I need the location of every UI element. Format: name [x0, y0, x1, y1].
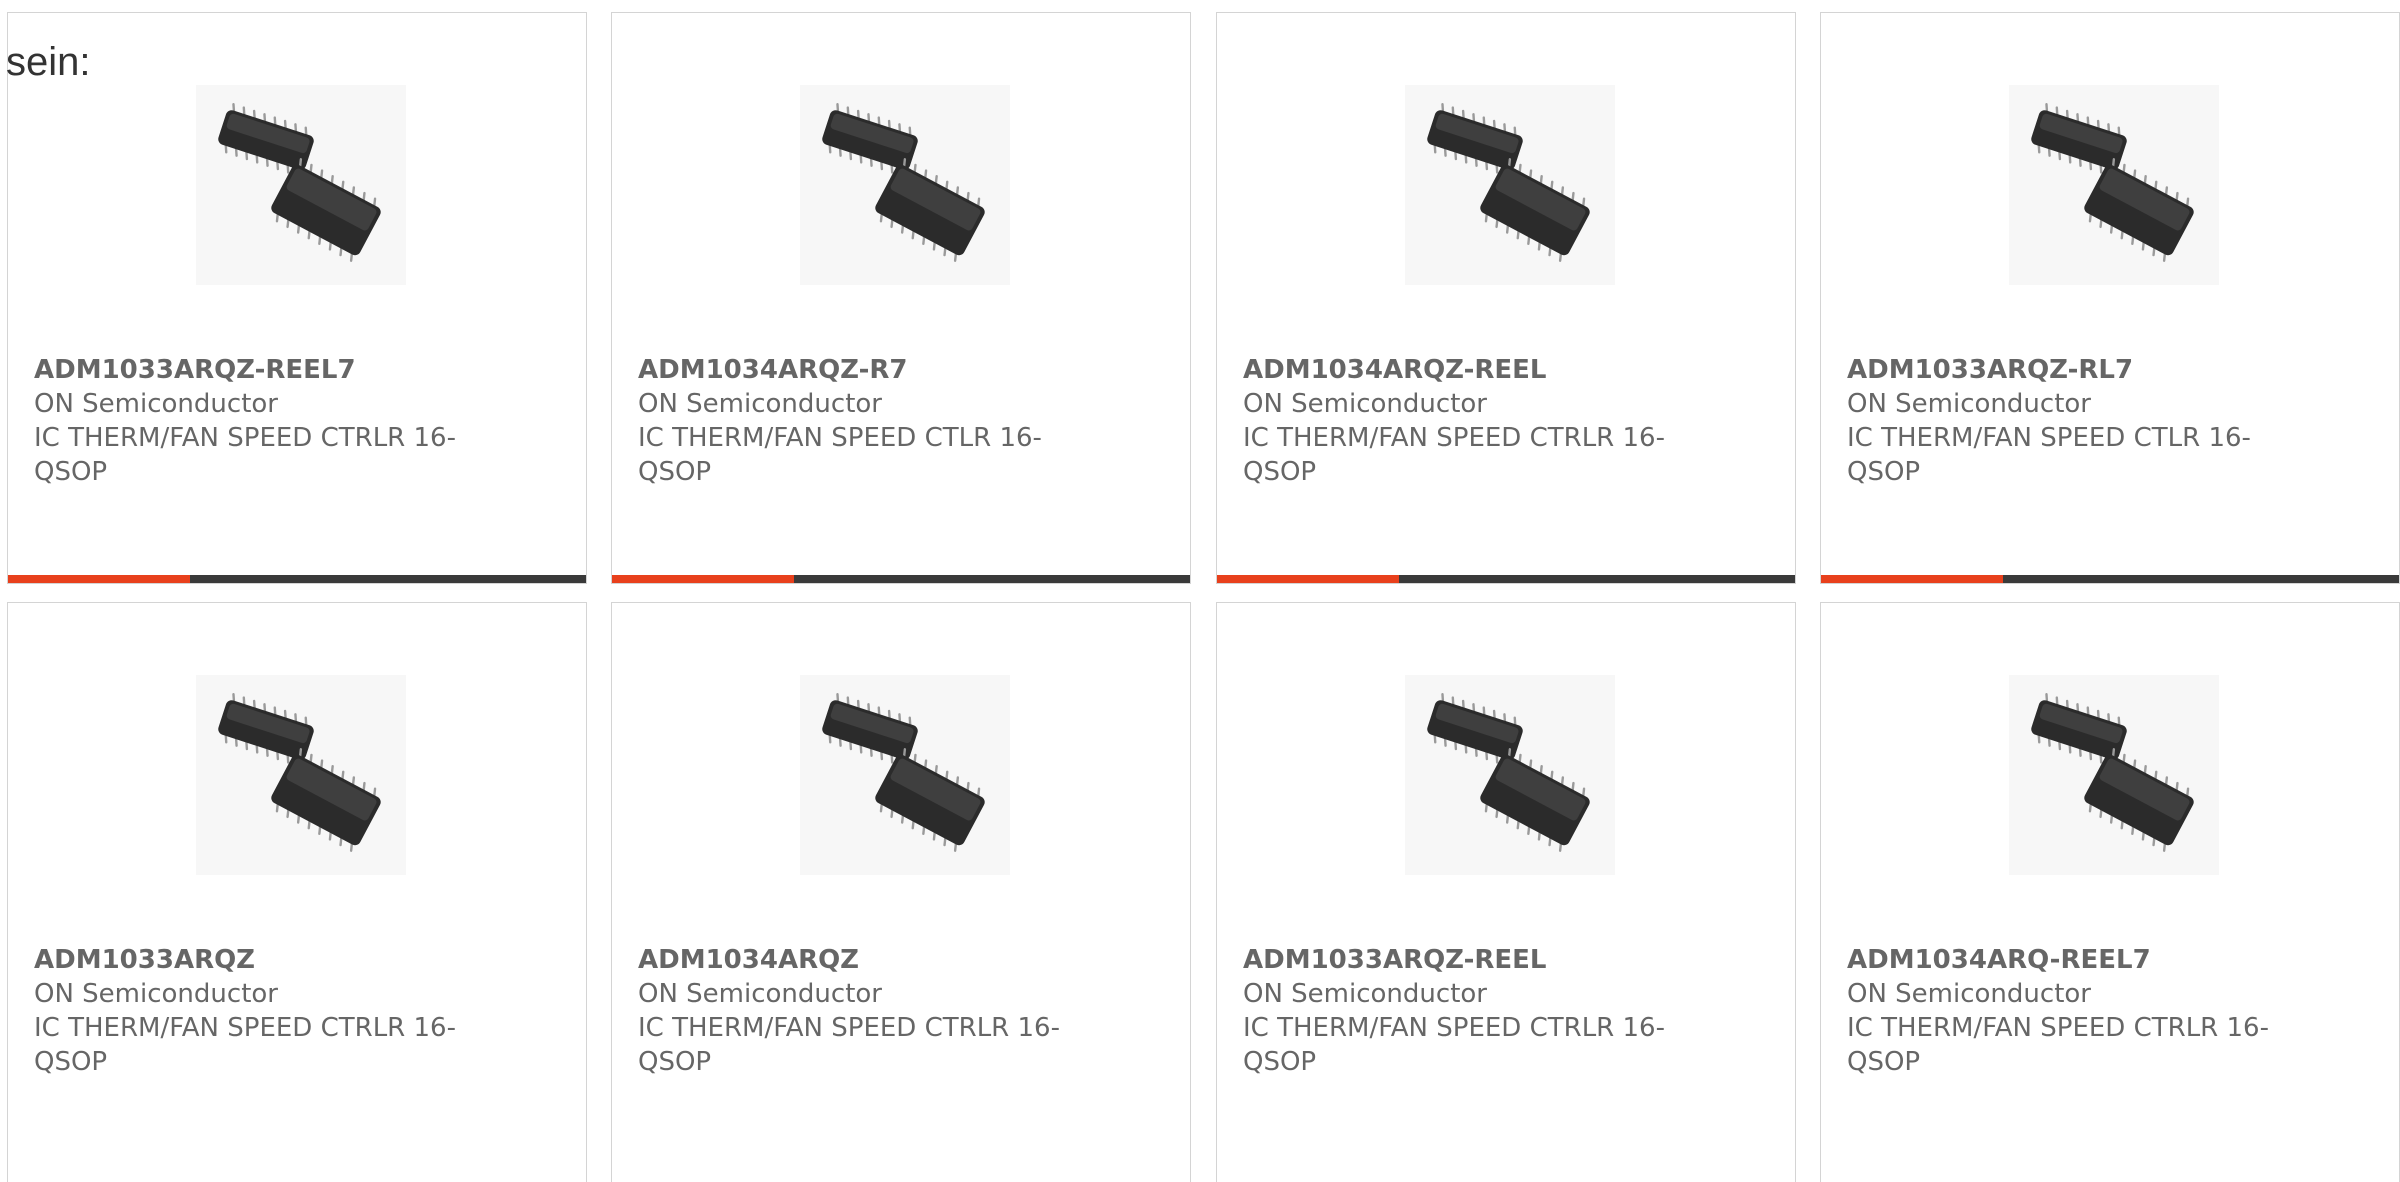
product-info: ADM1034ARQZ-REEL ON Semiconductor IC THE…	[1243, 353, 1683, 489]
product-description: IC THERM/FAN SPEED CTRLR 16-QSOP	[638, 1013, 1060, 1077]
part-number[interactable]: ADM1033ARQZ-REEL7	[34, 353, 474, 387]
part-number[interactable]: ADM1034ARQ-REEL7	[1847, 943, 2287, 977]
chip-image-icon	[2031, 692, 2194, 852]
product-description: IC THERM/FAN SPEED CTRLR 16-QSOP	[1243, 423, 1665, 487]
product-image[interactable]	[2009, 85, 2219, 285]
card-footer-bar	[1821, 575, 2399, 583]
chip-image-icon	[822, 692, 985, 852]
accent-bar	[1217, 575, 1399, 583]
product-image[interactable]	[196, 675, 406, 875]
product-image[interactable]	[800, 675, 1010, 875]
product-image[interactable]	[2009, 675, 2219, 875]
product-info: ADM1033ARQZ-RL7 ON Semiconductor IC THER…	[1847, 353, 2287, 489]
accent-bar	[1821, 575, 2003, 583]
product-description: IC THERM/FAN SPEED CTRLR 16-QSOP	[1243, 1013, 1665, 1077]
part-number[interactable]: ADM1033ARQZ-RL7	[1847, 353, 2287, 387]
product-grid: ADM1033ARQZ-REEL7 ON Semiconductor IC TH…	[0, 0, 2400, 1182]
product-card[interactable]: ADM1034ARQ-REEL7 ON Semiconductor IC THE…	[1820, 602, 2400, 1182]
product-image[interactable]	[196, 85, 406, 285]
manufacturer: ON Semiconductor	[638, 979, 882, 1009]
manufacturer: ON Semiconductor	[34, 389, 278, 419]
product-image[interactable]	[1405, 675, 1615, 875]
card-footer-bar	[1217, 575, 1795, 583]
product-description: IC THERM/FAN SPEED CTLR 16-QSOP	[1847, 423, 2251, 487]
chip-image-icon	[822, 102, 985, 262]
product-image[interactable]	[800, 85, 1010, 285]
manufacturer: ON Semiconductor	[34, 979, 278, 1009]
chip-image-icon	[218, 692, 381, 852]
part-number[interactable]: ADM1034ARQZ-R7	[638, 353, 1078, 387]
product-card[interactable]: ADM1033ARQZ ON Semiconductor IC THERM/FA…	[7, 602, 587, 1182]
product-image[interactable]	[1405, 85, 1615, 285]
product-info: ADM1034ARQZ-R7 ON Semiconductor IC THERM…	[638, 353, 1078, 489]
card-footer-bar	[8, 575, 586, 583]
intro-text: sein:	[6, 40, 91, 84]
manufacturer: ON Semiconductor	[1847, 389, 2091, 419]
product-info: ADM1033ARQZ-REEL7 ON Semiconductor IC TH…	[34, 353, 474, 489]
product-card[interactable]: ADM1033ARQZ-REEL7 ON Semiconductor IC TH…	[7, 12, 587, 584]
part-number[interactable]: ADM1033ARQZ	[34, 943, 474, 977]
card-footer-bar	[612, 575, 1190, 583]
product-description: IC THERM/FAN SPEED CTRLR 16-QSOP	[1847, 1013, 2269, 1077]
product-info: ADM1034ARQ-REEL7 ON Semiconductor IC THE…	[1847, 943, 2287, 1079]
accent-bar	[612, 575, 794, 583]
product-info: ADM1034ARQZ ON Semiconductor IC THERM/FA…	[638, 943, 1078, 1079]
chip-image-icon	[1427, 102, 1590, 262]
part-number[interactable]: ADM1034ARQZ-REEL	[1243, 353, 1683, 387]
product-card[interactable]: ADM1034ARQZ ON Semiconductor IC THERM/FA…	[611, 602, 1191, 1182]
product-card[interactable]: ADM1034ARQZ-REEL ON Semiconductor IC THE…	[1216, 12, 1796, 584]
product-description: IC THERM/FAN SPEED CTRLR 16-QSOP	[34, 1013, 456, 1077]
part-number[interactable]: ADM1034ARQZ	[638, 943, 1078, 977]
manufacturer: ON Semiconductor	[1243, 389, 1487, 419]
product-info: ADM1033ARQZ ON Semiconductor IC THERM/FA…	[34, 943, 474, 1079]
chip-image-icon	[2031, 102, 2194, 262]
manufacturer: ON Semiconductor	[1243, 979, 1487, 1009]
manufacturer: ON Semiconductor	[1847, 979, 2091, 1009]
accent-bar	[8, 575, 190, 583]
chip-image-icon	[218, 102, 381, 262]
product-card[interactable]: ADM1033ARQZ-RL7 ON Semiconductor IC THER…	[1820, 12, 2400, 584]
product-card[interactable]: ADM1034ARQZ-R7 ON Semiconductor IC THERM…	[611, 12, 1191, 584]
product-description: IC THERM/FAN SPEED CTLR 16-QSOP	[638, 423, 1042, 487]
chip-image-icon	[1427, 692, 1590, 852]
product-info: ADM1033ARQZ-REEL ON Semiconductor IC THE…	[1243, 943, 1683, 1079]
product-description: IC THERM/FAN SPEED CTRLR 16-QSOP	[34, 423, 456, 487]
product-card[interactable]: ADM1033ARQZ-REEL ON Semiconductor IC THE…	[1216, 602, 1796, 1182]
manufacturer: ON Semiconductor	[638, 389, 882, 419]
part-number[interactable]: ADM1033ARQZ-REEL	[1243, 943, 1683, 977]
